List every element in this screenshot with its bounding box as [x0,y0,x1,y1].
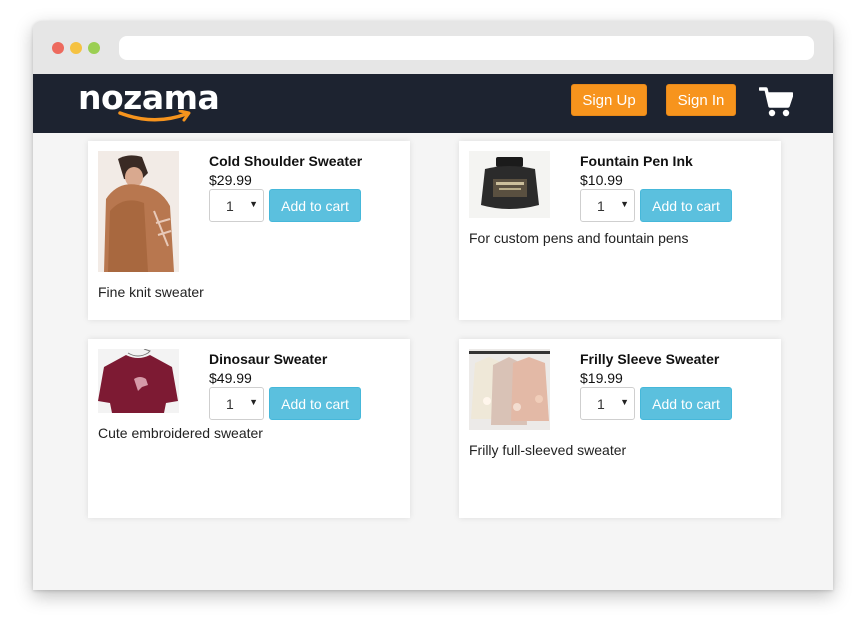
quantity-select[interactable]: 1 ▼ [580,387,635,420]
product-image-dinosaur-sweater[interactable] [98,349,179,413]
product-price: $29.99 [209,172,252,188]
add-to-cart-button[interactable]: Add to cart [269,387,361,420]
product-grid: Cold Shoulder Sweater $29.99 1 ▼ Add to … [33,133,833,590]
site-navbar: nozama Sign Up Sign In [33,74,833,133]
shopping-cart-icon[interactable] [759,86,793,118]
browser-window: nozama Sign Up Sign In Cold Shoulder Swe… [33,21,833,590]
quantity-value: 1 [226,396,234,412]
add-to-cart-button[interactable]: Add to cart [269,189,361,222]
product-card: Frilly Sleeve Sweater $19.99 1 ▼ Add to … [459,339,781,518]
dropdown-arrow-icon: ▼ [620,199,629,209]
quantity-value: 1 [597,198,605,214]
product-image-frilly-sleeve-sweater[interactable] [469,349,550,430]
quantity-select[interactable]: 1 ▼ [580,189,635,222]
close-window-button[interactable] [52,42,64,54]
browser-chrome [33,21,833,74]
product-title[interactable]: Cold Shoulder Sweater [209,153,362,169]
add-to-cart-button[interactable]: Add to cart [640,387,732,420]
product-card: Cold Shoulder Sweater $29.99 1 ▼ Add to … [88,141,410,320]
product-description: Cute embroidered sweater [98,425,263,441]
product-price: $49.99 [209,370,252,386]
sign-in-button[interactable]: Sign In [666,84,736,116]
product-image-fountain-pen-ink[interactable] [469,151,550,218]
product-title[interactable]: Frilly Sleeve Sweater [580,351,719,367]
dropdown-arrow-icon: ▼ [249,397,258,407]
product-description: Frilly full-sleeved sweater [469,442,627,458]
product-price: $10.99 [580,172,623,188]
product-card: Dinosaur Sweater $49.99 1 ▼ Add to cart … [88,339,410,518]
product-image-cold-shoulder-sweater[interactable] [98,151,179,272]
quantity-select[interactable]: 1 ▼ [209,189,264,222]
product-card: Fountain Pen Ink $10.99 1 ▼ Add to cart … [459,141,781,320]
product-title[interactable]: Dinosaur Sweater [209,351,327,367]
dropdown-arrow-icon: ▼ [249,199,258,209]
logo-smile-icon [118,110,191,122]
sign-up-button[interactable]: Sign Up [571,84,647,116]
address-bar[interactable] [119,36,814,60]
quantity-select[interactable]: 1 ▼ [209,387,264,420]
minimize-window-button[interactable] [70,42,82,54]
product-description: Fine knit sweater [98,284,204,300]
quantity-value: 1 [226,198,234,214]
add-to-cart-button[interactable]: Add to cart [640,189,732,222]
quantity-value: 1 [597,396,605,412]
site-logo[interactable]: nozama [78,78,220,128]
dropdown-arrow-icon: ▼ [620,397,629,407]
product-description: For custom pens and fountain pens [469,230,689,246]
product-price: $19.99 [580,370,623,386]
maximize-window-button[interactable] [88,42,100,54]
product-title[interactable]: Fountain Pen Ink [580,153,693,169]
